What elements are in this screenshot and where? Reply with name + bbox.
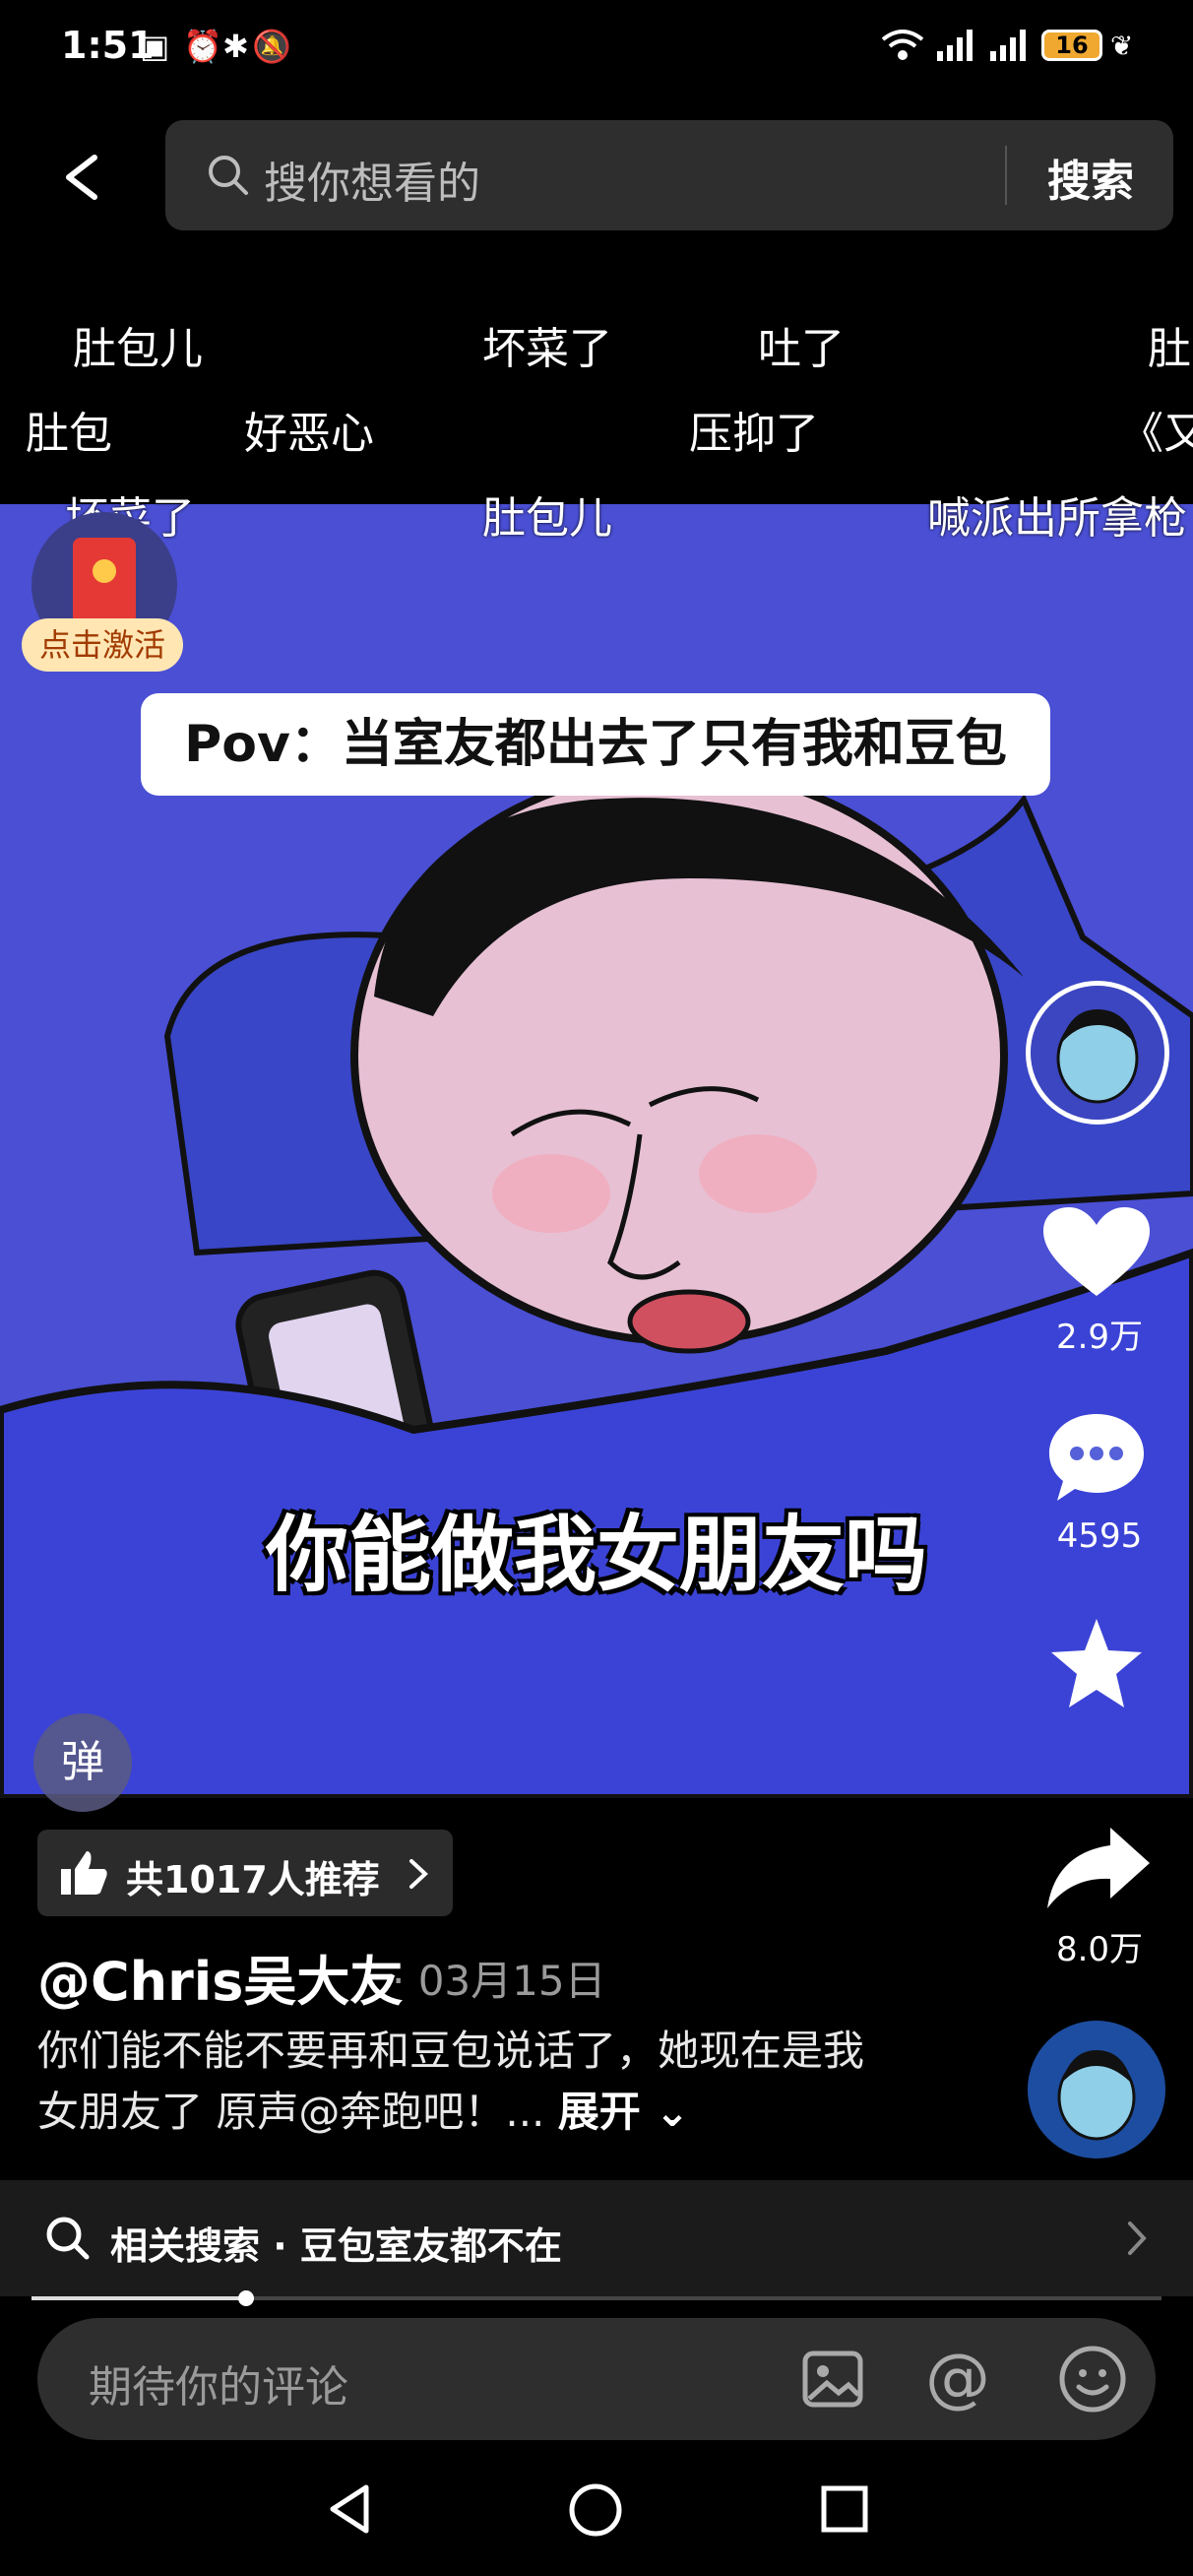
post-date: · 03月15日: [392, 1957, 606, 2005]
leaf-icon: ❦: [1110, 30, 1134, 62]
thumbs-up-icon: [61, 1851, 107, 1895]
recommend-label: 共1017人推荐: [126, 1858, 380, 1901]
chevron-down-icon: ⌄: [640, 2088, 690, 2136]
danmaku-comment: 坏菜了: [482, 324, 612, 374]
nav-recents-icon[interactable]: [819, 2483, 870, 2535]
search-icon: [46, 2217, 90, 2260]
mute-icon: 🔕: [252, 28, 291, 65]
comment-button[interactable]: [1045, 1408, 1148, 1511]
search-icon: [209, 156, 248, 195]
danmaku-toggle-button[interactable]: 弹: [33, 1713, 132, 1812]
comment-placeholder: 期待你的评论: [89, 2362, 348, 2413]
image-icon[interactable]: [801, 2348, 864, 2411]
search-placeholder: 搜你想看的: [264, 159, 480, 209]
emoji-icon[interactable]: [1057, 2344, 1128, 2415]
progress-fill: [31, 2296, 247, 2300]
danmaku-comment: 吐了: [758, 324, 845, 374]
video-progress-bar[interactable]: [31, 2290, 1162, 2306]
nav-home-icon[interactable]: [567, 2481, 624, 2539]
danmaku-comment: 《又: [1120, 409, 1193, 459]
search-button[interactable]: 搜索: [1047, 146, 1134, 209]
danmaku-comment: 肚: [1148, 324, 1191, 374]
video-player[interactable]: Pov：当室友都出去了只有我和豆包 你能做我女朋友吗: [0, 504, 1193, 1798]
heart-icon: [1043, 1207, 1150, 1296]
mention-icon[interactable]: @: [925, 2340, 990, 2415]
wifi-icon: [880, 28, 925, 71]
share-icon: [1047, 1828, 1150, 1908]
related-search-bar[interactable]: 相关搜索 · 豆包室友都不在: [0, 2180, 1193, 2296]
progress-knob[interactable]: [238, 2290, 255, 2306]
search-divider: [1005, 146, 1007, 205]
signal-icon-2: [986, 28, 1032, 71]
recommend-chip[interactable]: 共1017人推荐: [37, 1830, 453, 1916]
alarm-icon: ⏰: [183, 28, 222, 65]
like-count: 2.9万: [1055, 1318, 1144, 1357]
nav-back-icon[interactable]: [325, 2481, 374, 2537]
back-button[interactable]: [55, 138, 114, 217]
music-disc[interactable]: [1028, 2021, 1165, 2158]
post-description: 你们能不能不要再和豆包说话了，她现在是我女朋友了 原声@奔跑吧！... 展开 ⌄: [37, 2021, 884, 2143]
system-nav-bar: [0, 2452, 1193, 2576]
promo-label: 点击激活: [22, 618, 183, 672]
danmaku-comment: 肚包儿: [73, 324, 203, 374]
chevron-right-icon: [409, 1859, 428, 1889]
like-button[interactable]: [1037, 1203, 1156, 1306]
author-avatar[interactable]: [1026, 981, 1169, 1125]
signal-icon-1: [933, 28, 978, 71]
bluetooth-icon: ✱: [222, 28, 249, 65]
chevron-right-icon: [1128, 2222, 1147, 2255]
comment-count: 4595: [1056, 1516, 1143, 1556]
chevron-left-icon: [66, 155, 97, 200]
comment-icon: [1049, 1414, 1144, 1501]
danmaku-comment: 肚包儿: [482, 493, 612, 544]
description-text: 你们能不能不要再和豆包说话了，她现在是我女朋友了 原声@奔跑吧！...: [37, 2027, 865, 2136]
danmaku-comment: 好恶心: [244, 409, 374, 459]
star-icon: [1051, 1619, 1142, 1707]
expand-label: 展开: [557, 2088, 641, 2136]
author-name[interactable]: @Chris吴大友: [37, 1938, 403, 2016]
video-subtitle: 你能做我女朋友吗: [265, 1507, 927, 1603]
nfc-icon: ▣: [140, 28, 170, 65]
danmaku-comment: 压抑了: [689, 409, 819, 459]
danmaku-comment: 喊派出所拿枪: [927, 493, 1187, 544]
share-button[interactable]: [1041, 1824, 1154, 1916]
share-count: 8.0万: [1055, 1930, 1144, 1969]
battery-indicator: 16: [1041, 30, 1102, 61]
search-input[interactable]: 搜你想看的 搜索: [165, 120, 1173, 230]
red-packet-promo[interactable]: 点击激活: [22, 512, 187, 679]
status-bar: 1:51 ▣ ⏰ ✱ 🔕 16 ❦: [0, 0, 1193, 98]
video-caption-top: Pov：当室友都出去了只有我和豆包: [141, 693, 1050, 796]
comment-input[interactable]: 期待你的评论 @: [37, 2318, 1156, 2440]
danmaku-comment: 肚包: [26, 409, 112, 459]
expand-link[interactable]: 展开 ⌄: [558, 2088, 690, 2136]
related-search-label: 相关搜索 · 豆包室友都不在: [110, 2224, 562, 2268]
favorite-button[interactable]: [1045, 1615, 1148, 1717]
